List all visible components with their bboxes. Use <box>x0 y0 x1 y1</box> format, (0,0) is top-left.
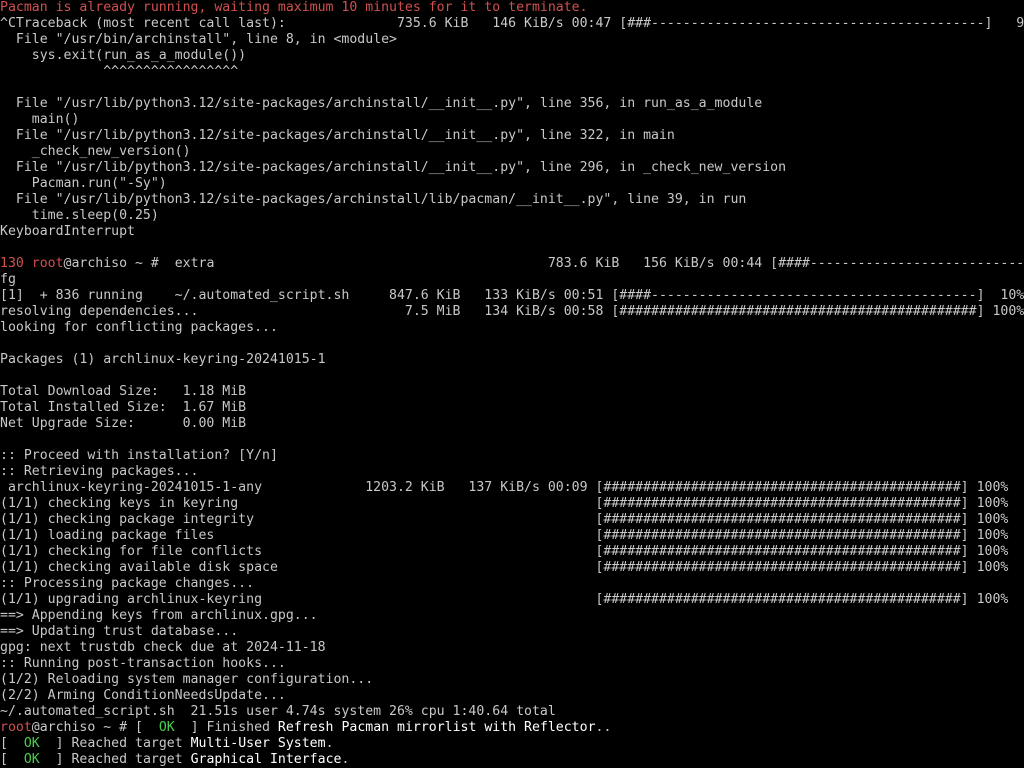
pacman-output: :: Proceed with installation? [Y/n] <box>0 448 278 463</box>
traceback-line: ^^^^^^^^^^^^^^^^^ <box>0 64 239 79</box>
prompt-host-path: @archiso ~ # <box>31 720 135 735</box>
pacman-output: Total Installed Size: 1.67 MiB <box>0 400 247 415</box>
pacman-output: Packages (1) archlinux-keyring-20241015-… <box>0 352 326 367</box>
traceback-line: File "/usr/lib/python3.12/site-packages/… <box>0 160 787 175</box>
prompt-line-exit-code: 130 root@archiso ~ # extra 783.6 KiB 156… <box>0 256 1024 272</box>
pacman-progress: archlinux-keyring-20241015-1-any 1203.2 … <box>0 480 1009 495</box>
pacman-output: :: Running post-transaction hooks... <box>0 656 286 671</box>
traceback-header: ^CTraceback (most recent call last): 735… <box>0 16 1024 31</box>
command-fg: fg <box>0 272 16 287</box>
timing-summary: ~/.automated_script.sh 21.51s user 4.74s… <box>0 704 556 719</box>
exit-code: 130 <box>0 256 24 271</box>
prompt-host-path: @archiso ~ # <box>63 256 167 271</box>
systemd-target: Graphical Interface <box>190 752 342 767</box>
status-ok-badge: OK <box>23 752 40 767</box>
pacman-output: ==> Appending keys from archlinux.gpg... <box>0 608 318 623</box>
systemd-prefix: ] Reached target <box>55 752 191 767</box>
pacman-output: gpg: next trustdb check due at 2024-11-1… <box>0 640 326 655</box>
systemd-suffix: . <box>325 736 334 751</box>
prompt-output: extra 783.6 KiB 156 KiB/s 00:44 [####---… <box>174 256 1024 271</box>
traceback-line: main() <box>0 112 80 127</box>
pacman-output: :: Retrieving packages... <box>0 464 199 479</box>
keyboard-interrupt: KeyboardInterrupt <box>0 224 135 239</box>
traceback-line: time.sleep(0.25) <box>0 208 159 223</box>
pacman-output: Net Upgrade Size: 0.00 MiB <box>0 416 247 431</box>
pacman-progress: (1/1) checking keys in keyring [########… <box>0 496 1009 511</box>
pacman-output: looking for conflicting packages... <box>0 320 278 335</box>
systemd-target: Multi-User System <box>190 736 326 751</box>
pacman-wait-message: Pacman is already running, waiting maxim… <box>0 0 588 15</box>
pacman-progress: (1/1) checking package integrity [######… <box>0 512 1009 527</box>
status-close: ] Finished <box>174 720 278 735</box>
traceback-line: File "/usr/lib/python3.12/site-packages/… <box>0 96 763 111</box>
pacman-output: ==> Updating trust database... <box>0 624 239 639</box>
terminal-screen[interactable]: Pacman is already running, waiting maxim… <box>0 0 1024 768</box>
traceback-line: Pacman.run("-Sy") <box>0 176 167 191</box>
prompt-user: root <box>31 256 64 271</box>
pacman-output: :: Processing package changes... <box>0 576 255 591</box>
trail: .. <box>595 720 612 735</box>
traceback-line: File "/usr/lib/python3.12/site-packages/… <box>0 192 747 207</box>
systemd-prefix: ] Reached target <box>55 736 191 751</box>
traceback-line: _check_new_version() <box>0 144 191 159</box>
traceback-line: File "/usr/lib/python3.12/site-packages/… <box>0 128 675 143</box>
pacman-progress: (1/1) checking for file conflicts [#####… <box>0 544 1009 559</box>
systemd-status-line: [ OK ] Reached target Graphical Interfac… <box>0 752 350 767</box>
pacman-progress: resolving dependencies... 7.5 MiB 134 Ki… <box>0 304 1024 319</box>
pacman-progress: (1/1) loading package files [###########… <box>0 528 1009 543</box>
pacman-progress: (1/1) checking available disk space [###… <box>0 560 1009 575</box>
prompt-user: root <box>0 720 32 735</box>
status-ok-badge: OK <box>158 720 175 735</box>
pacman-output: (2/2) Arming ConditionNeedsUpdate... <box>0 688 286 703</box>
status-open: [ <box>134 720 159 735</box>
pacman-output: Total Download Size: 1.18 MiB <box>0 384 247 399</box>
prompt-line-systemd: root@archiso ~ # [ OK ] Finished Refresh… <box>0 720 1024 736</box>
systemd-suffix: . <box>341 752 350 767</box>
traceback-line: sys.exit(run_as_a_module()) <box>0 48 247 63</box>
pacman-progress: (1/1) upgrading archlinux-keyring [#####… <box>0 592 1009 607</box>
status-ok-badge: OK <box>23 736 40 751</box>
pacman-output: (1/2) Reloading system manager configura… <box>0 672 374 687</box>
traceback-line: File "/usr/bin/archinstall", line 8, in … <box>0 32 397 47</box>
systemd-unit-description: Refresh Pacman mirrorlist with Reflector <box>277 720 596 735</box>
job-status: [1] + 836 running ~/.automated_script.sh… <box>0 288 1024 303</box>
systemd-status-line: [ OK ] Reached target Multi-User System. <box>0 736 334 751</box>
